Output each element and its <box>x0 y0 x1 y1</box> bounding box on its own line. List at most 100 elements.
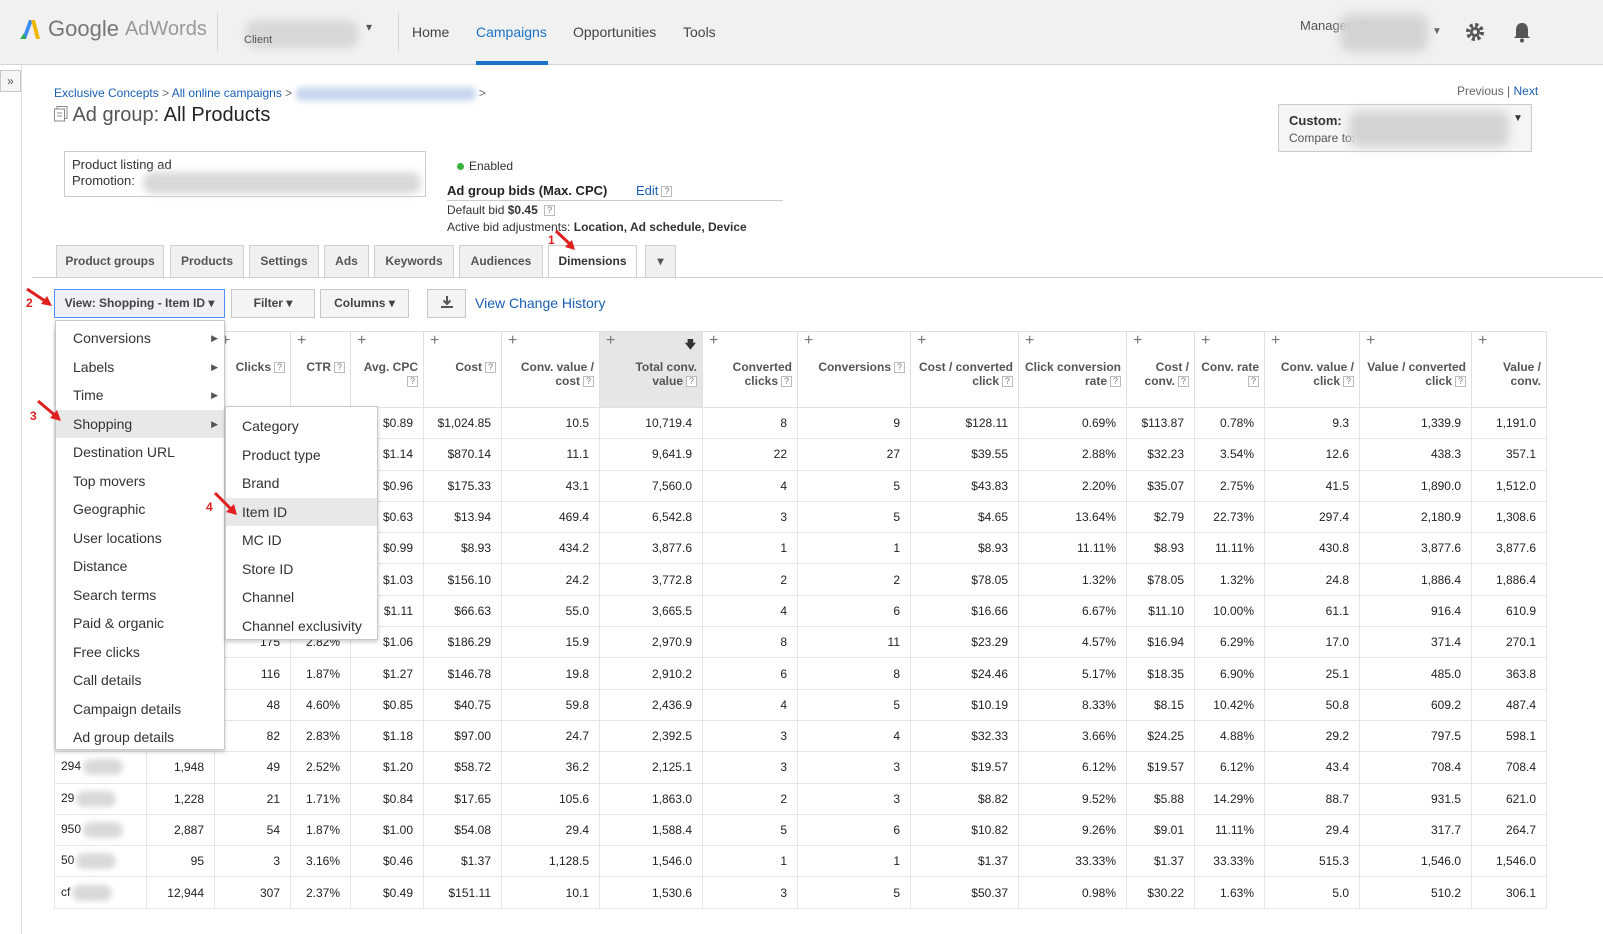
table-cell-item-id[interactable]: 29 <box>54 782 147 815</box>
column-header-conv-rate[interactable]: + Conv. rate? <box>1194 331 1265 408</box>
table-row[interactable]: 950 2,887 54 1.87% $1.00 $54.08 29.4 1,588.4 5 6 $… <box>54 813 1547 847</box>
manager-id-redacted[interactable] <box>1340 14 1428 52</box>
menu-item-distance[interactable]: Distance <box>56 552 224 581</box>
help-icon[interactable]: ? <box>1343 376 1354 388</box>
menu-item-conversions[interactable]: Conversions ▶ <box>56 324 224 353</box>
add-column-icon[interactable]: + <box>1478 333 1487 349</box>
submenu-item-mc-id[interactable]: MC ID <box>226 526 377 555</box>
table-row[interactable]: 116 1.87% $1.27 $146.78 19.8 2,910.2 6 8 $24.46 5… <box>54 657 1547 690</box>
client-selector[interactable]: Client ▾ <box>242 14 382 54</box>
table-row[interactable]: 82 2.83% $1.18 $97.00 24.7 2,392.5 3 4 $32.33 3.6… <box>54 719 1547 753</box>
column-header-cost-conv[interactable]: + Cost / conv.? <box>1126 331 1195 408</box>
help-icon[interactable]: ? <box>781 376 792 388</box>
column-header-cost-converted-click[interactable]: + Cost / converted click? <box>910 331 1019 408</box>
submenu-item-category[interactable]: Category <box>226 412 377 441</box>
table-cell-item-id[interactable]: 50 <box>54 845 147 878</box>
tab-ads[interactable]: Ads <box>324 245 369 277</box>
submenu-item-brand[interactable]: Brand <box>226 469 377 498</box>
column-header-value-converted-click[interactable]: + Value / converted click? <box>1359 331 1472 408</box>
menu-item-call-details[interactable]: Call details <box>56 666 224 695</box>
menu-item-geographic[interactable]: Geographic <box>56 495 224 524</box>
tab-keywords[interactable]: Keywords <box>374 245 454 277</box>
add-column-icon[interactable]: + <box>709 333 718 349</box>
help-icon[interactable]: ? <box>274 362 285 374</box>
column-header-converted-clicks[interactable]: + Converted clicks? <box>702 331 798 408</box>
help-icon[interactable]: ? <box>1110 376 1121 388</box>
help-icon[interactable]: ? <box>1455 376 1466 388</box>
table-row[interactable]: 48 4.60% $0.85 $40.75 59.8 2,436.9 4 5 $10.19 8.3… <box>54 688 1547 721</box>
help-icon[interactable]: ? <box>1002 376 1013 388</box>
add-column-icon[interactable]: + <box>1025 333 1034 349</box>
add-column-icon[interactable]: + <box>804 333 813 349</box>
add-column-icon[interactable]: + <box>1201 333 1210 349</box>
help-icon[interactable]: ? <box>583 376 594 388</box>
columns-button[interactable]: Columns ▾ <box>320 289 409 318</box>
view-change-history-link[interactable]: View Change History <box>475 295 605 311</box>
table-cell-item-id[interactable]: 950 <box>54 813 147 847</box>
previous-link[interactable]: Previous <box>1457 84 1504 98</box>
add-column-icon[interactable]: + <box>508 333 517 349</box>
filter-button[interactable]: Filter ▾ <box>231 289 315 318</box>
tab-more-dropdown[interactable]: ▾ <box>645 245 676 277</box>
nav-opportunities[interactable]: Opportunities <box>573 24 656 40</box>
bell-icon[interactable] <box>1510 20 1534 44</box>
add-column-icon[interactable]: + <box>357 333 366 349</box>
column-header-conversions[interactable]: + Conversions? <box>797 331 911 408</box>
nav-tools[interactable]: Tools <box>683 24 716 40</box>
tab-products[interactable]: Products <box>170 245 244 277</box>
menu-item-destination-url[interactable]: Destination URL <box>56 438 224 467</box>
column-header-ctr[interactable]: + CTR? <box>290 331 351 408</box>
menu-item-time[interactable]: Time ▶ <box>56 381 224 410</box>
add-column-icon[interactable]: + <box>917 333 926 349</box>
add-column-icon[interactable]: + <box>1271 333 1280 349</box>
add-column-icon[interactable]: + <box>430 333 439 349</box>
column-header-value-conv[interactable]: + Value / conv. <box>1471 331 1547 408</box>
column-header-total-conv-value[interactable]: + 🡇 Total conv. value? <box>599 331 703 408</box>
help-icon[interactable]: ? <box>661 186 673 198</box>
column-header-cost[interactable]: + Cost? <box>423 331 502 408</box>
menu-item-free-clicks[interactable]: Free clicks <box>56 638 224 667</box>
column-header-conv-value-click[interactable]: + Conv. value / click? <box>1264 331 1360 408</box>
breadcrumb-campaigns[interactable]: All online campaigns <box>172 86 282 100</box>
menu-item-search-terms[interactable]: Search terms <box>56 581 224 610</box>
sidebar-toggle[interactable]: » <box>0 70 21 92</box>
table-row[interactable]: 29 1,228 21 1.71% $0.84 $17.65 105.6 1,863.0 2 3 $… <box>54 782 1547 815</box>
submenu-item-channel-exclusivity[interactable]: Channel exclusivity <box>226 612 377 641</box>
table-cell-item-id[interactable]: cf <box>54 876 147 909</box>
manager-caret-icon[interactable]: ▼ <box>1432 26 1442 37</box>
column-header-avg-cpc[interactable]: + Avg. CPC? <box>350 331 424 408</box>
add-column-icon[interactable]: + <box>1133 333 1142 349</box>
submenu-item-item-id[interactable]: Item ID <box>226 497 377 526</box>
menu-item-shopping[interactable]: Shopping ▶ <box>56 409 224 438</box>
table-row[interactable]: 294 1,948 49 2.52% $1.20 $58.72 36.2 2,125.1 3 3 $… <box>54 751 1547 784</box>
column-header-conv-value-cost[interactable]: + Conv. value / cost? <box>501 331 600 408</box>
add-column-icon[interactable]: + <box>606 333 615 349</box>
help-icon[interactable]: ? <box>485 362 496 374</box>
help-icon[interactable]: ? <box>894 362 905 374</box>
adwords-logo[interactable]: Google AdWords <box>18 16 207 42</box>
next-link[interactable]: Next <box>1514 84 1539 98</box>
menu-item-ad-group-details[interactable]: Ad group details <box>56 723 224 752</box>
submenu-item-store-id[interactable]: Store ID <box>226 555 377 584</box>
menu-item-user-locations[interactable]: User locations <box>56 524 224 553</box>
column-header-clicks[interactable]: + Clicks? <box>214 331 291 408</box>
submenu-item-product-type[interactable]: Product type <box>226 441 377 470</box>
tab-settings[interactable]: Settings <box>249 245 319 277</box>
breadcrumb-account[interactable]: Exclusive Concepts <box>54 86 159 100</box>
date-range-selector[interactable]: Custom: Compare to: ▼ <box>1278 104 1532 152</box>
breadcrumb-campaign-redacted[interactable] <box>295 86 476 101</box>
table-row[interactable]: cf 12,944 307 2.37% $0.49 $151.11 10.1 1,530.6 3… <box>54 876 1547 909</box>
menu-item-top-movers[interactable]: Top movers <box>56 467 224 496</box>
help-icon[interactable]: ? <box>686 376 697 388</box>
add-column-icon[interactable]: + <box>297 333 306 349</box>
help-icon[interactable]: ? <box>544 205 556 217</box>
add-column-icon[interactable]: + <box>1366 333 1375 349</box>
menu-item-labels[interactable]: Labels ▶ <box>56 353 224 382</box>
help-icon[interactable]: ? <box>1248 376 1259 388</box>
table-row[interactable]: 50 95 3 3.16% $0.46 $1.37 1,128.5 1,546.0 1 1 $1.3… <box>54 845 1547 878</box>
tab-audiences[interactable]: Audiences <box>459 245 543 277</box>
bids-edit-link[interactable]: Edit <box>636 183 658 198</box>
submenu-item-channel[interactable]: Channel <box>226 583 377 612</box>
help-icon[interactable]: ? <box>407 376 418 388</box>
menu-item-campaign-details[interactable]: Campaign details <box>56 695 224 724</box>
